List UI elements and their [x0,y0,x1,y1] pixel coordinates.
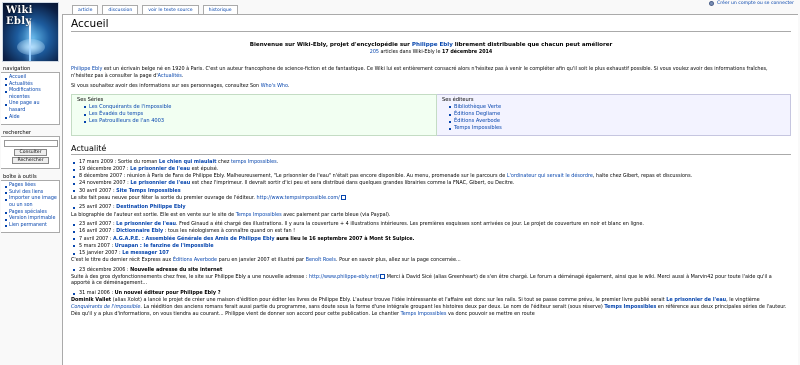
sidebar-item-help[interactable]: Aide [9,115,20,120]
news-link[interactable]: Uruapan : le fanzine de l'impossible [115,243,214,249]
personal-tools: Créer un compte ou se connecter [709,1,794,6]
illustrator-link[interactable]: Benoît Roels [306,257,336,263]
news-list-5: 31 mai 2006 : Un nouvel éditeur pour Phi… [71,290,791,297]
site-logo[interactable]: Wiki Ebly [2,2,59,62]
news-heading: Actualité [71,144,791,156]
news-link[interactable]: Le chien qui miaulait [159,159,217,165]
welcome-author-link[interactable]: Philippe Ebly [412,42,453,48]
logo-glow [17,39,45,55]
tool-related-changes[interactable]: Suivi des liens [9,190,43,195]
publishers-title: Ses éditeurs [442,96,474,103]
user-icon [709,1,715,6]
news-item: 7 avril 2007 : A.G.A.P.E. : Assemblée Gé… [73,236,791,243]
news-link[interactable]: temps Impossibles [231,159,277,165]
news-link[interactable]: Dictionnaire Ebly [116,228,163,234]
tool-special-pages[interactable]: Pages spéciales [9,210,47,215]
intro-text-end: . [181,73,184,80]
publisher-link-averbode[interactable]: Éditions Averbode [454,118,500,124]
tool-what-links-here[interactable]: Pages liées [9,183,36,188]
sidebar-item-accueil[interactable]: Accueil [9,75,26,80]
news-link[interactable]: Le prisonnier de l'eau [116,221,176,227]
news-item: 30 avril 2007 : Site Temps Impossibles [73,188,791,195]
news-link[interactable]: Site Temps Impossibles [116,188,180,194]
actualites-link[interactable]: Actualités [158,73,182,79]
portal-boxes: Ses Séries Les Conquérants de l'impossib… [71,93,791,137]
sidebar-item-recent-changes[interactable]: Modifications récentes [9,88,41,100]
news-link[interactable]: L'ordinateur qui servait le désordre [507,173,593,179]
author-link[interactable]: Philippe Ebly [71,66,102,72]
tool-printable[interactable]: Version imprimable [9,216,55,221]
news-item: 25 avril 2007 : Destination Philippe Ebl… [73,204,791,211]
external-link[interactable]: http://www.tempsimpossible.com/ [257,195,346,201]
news-link[interactable]: Temps Impossibles [604,304,656,310]
news-paragraph: Dominik Vallet (alias Xolot) a lancé le … [71,297,787,317]
sidebar-item-random-page[interactable]: Une page au hasard [9,101,40,113]
news-link[interactable]: Le prisonnier de l'eau [130,180,190,186]
tool-upload[interactable]: Importer une image ou un son [9,196,57,208]
logo-text: Wiki Ebly [6,5,33,27]
article-count-link[interactable]: 205 [370,50,379,55]
news-list-4: 23 décembre 2006 : Nouvelle adresse du s… [71,267,791,274]
temps-impossibles-link[interactable]: Temps Impossibles [236,212,282,218]
whoswho-link[interactable]: Who's Who [261,83,288,89]
news-item: 15 janvier 2007 : Le messager 107 [73,250,791,257]
login-link[interactable]: Créer un compte ou se connecter [717,1,794,6]
news-list-1: 17 mars 2009 : Sortie du roman Le chien … [71,159,791,194]
news-paragraph: Le site fait peau neuve pour fêter la so… [71,195,791,202]
news-item: 23 décembre 2006 : Nouvelle adresse du s… [73,267,791,274]
toolbox-portlet: boîte à outils Pages liées Suivi des lie… [1,174,60,234]
go-button[interactable]: Consulter [14,149,47,157]
series-link-patrouilleurs[interactable]: Les Patrouilleurs de l'an 4003 [89,118,164,124]
news-paragraph: C'est le titre du dernier récit Express … [71,256,461,263]
news-link[interactable]: Le prisonnier de l'eau [666,297,726,303]
publisher-link-degliame[interactable]: Éditions Degliame [454,111,500,117]
logo-beam [29,21,31,61]
series-box: Ses Séries Les Conquérants de l'impossib… [71,93,437,137]
news-link[interactable]: Conquérants de l'impossible [71,304,140,310]
welcome-text-end: librement distribuable que chacun peut a… [452,42,613,48]
search-button[interactable]: Rechercher [12,157,49,165]
sidebar-item-actualites[interactable]: Actualités [9,82,33,87]
search-portlet: rechercher Consulter Rechercher [1,130,60,170]
publisher-link-temps-impossibles[interactable]: Temps Impossibles [454,125,502,131]
tool-permalink[interactable]: Lien permanent [9,223,47,228]
news-item: 24 novembre 2007 : Le prisonnier de l'ea… [73,180,791,187]
navigation-portlet: navigation Accueil Actualités Modificati… [1,66,60,126]
welcome-text: Bienvenue sur Wiki-Ebly, projet d'encycl… [249,42,412,48]
article-count-text: articles dans Wiki-Ebly le [378,50,442,56]
sidebar: navigation Accueil Actualités Modificati… [0,66,61,238]
news-link[interactable]: Destination Philippe Ebly [116,204,185,210]
series-title: Ses Séries [77,96,104,103]
search-input[interactable] [4,140,58,148]
news-link[interactable]: Le messager 107 [122,250,169,256]
current-date: 17 décembre 2014 [442,50,493,56]
news-link[interactable]: Temps Impossibles [401,311,447,317]
news-list-2: 25 avril 2007 : Destination Philippe Ebl… [71,204,791,211]
intro-paragraph: Philippe Ebly est un écrivain belge né e… [71,66,791,80]
news-list-3: 23 avril 2007 : Le prisonnier de l'eau. … [71,221,791,256]
main-content: Accueil Bienvenue sur Wiki-Ebly, projet … [62,14,798,365]
whoswho-text: Si vous souhaitez avoir des informations… [71,83,261,89]
tab-discussion[interactable]: discussion [102,5,139,14]
tab-history[interactable]: historique [202,5,238,14]
news-paragraph: La biographie de l'auteur est sortie. El… [71,211,391,218]
page-title: Accueil [71,18,791,32]
welcome-banner: Bienvenue sur Wiki-Ebly, projet d'encycl… [71,42,791,56]
whoswho-paragraph: Si vous souhaitez avoir des informations… [71,83,791,90]
news-item: 31 mai 2006 : Un nouvel éditeur pour Phi… [73,290,791,297]
news-link[interactable]: Le prisonnier de l'eau [130,166,190,172]
news-paragraph: Suite à des gros dysfonctionnements chez… [71,273,772,287]
news-link[interactable]: A.G.A.P.E. : Assemblée Générale des Amis… [113,236,274,242]
series-link-evades[interactable]: Les Évadés du temps [89,111,143,117]
tab-view-source[interactable]: voir le texte source [142,5,199,14]
averbode-link[interactable]: Éditions Averbode [173,257,217,263]
whoswho-text-end: . [287,83,290,89]
publishers-box: Ses éditeurs Bibliothèque Verte Éditions… [437,93,791,137]
news-item: 5 mars 2007 : Uruapan : le fanzine de l'… [73,243,791,250]
series-link-conquerants[interactable]: Les Conquérants de l'impossible [89,104,171,110]
publisher-link-bibliotheque-verte[interactable]: Bibliothèque Verte [454,104,501,110]
news-item: 16 avril 2007 : Dictionnaire Ebly : tous… [73,228,791,235]
external-link[interactable]: http://www.philippe-ebly.net/ [309,274,385,280]
